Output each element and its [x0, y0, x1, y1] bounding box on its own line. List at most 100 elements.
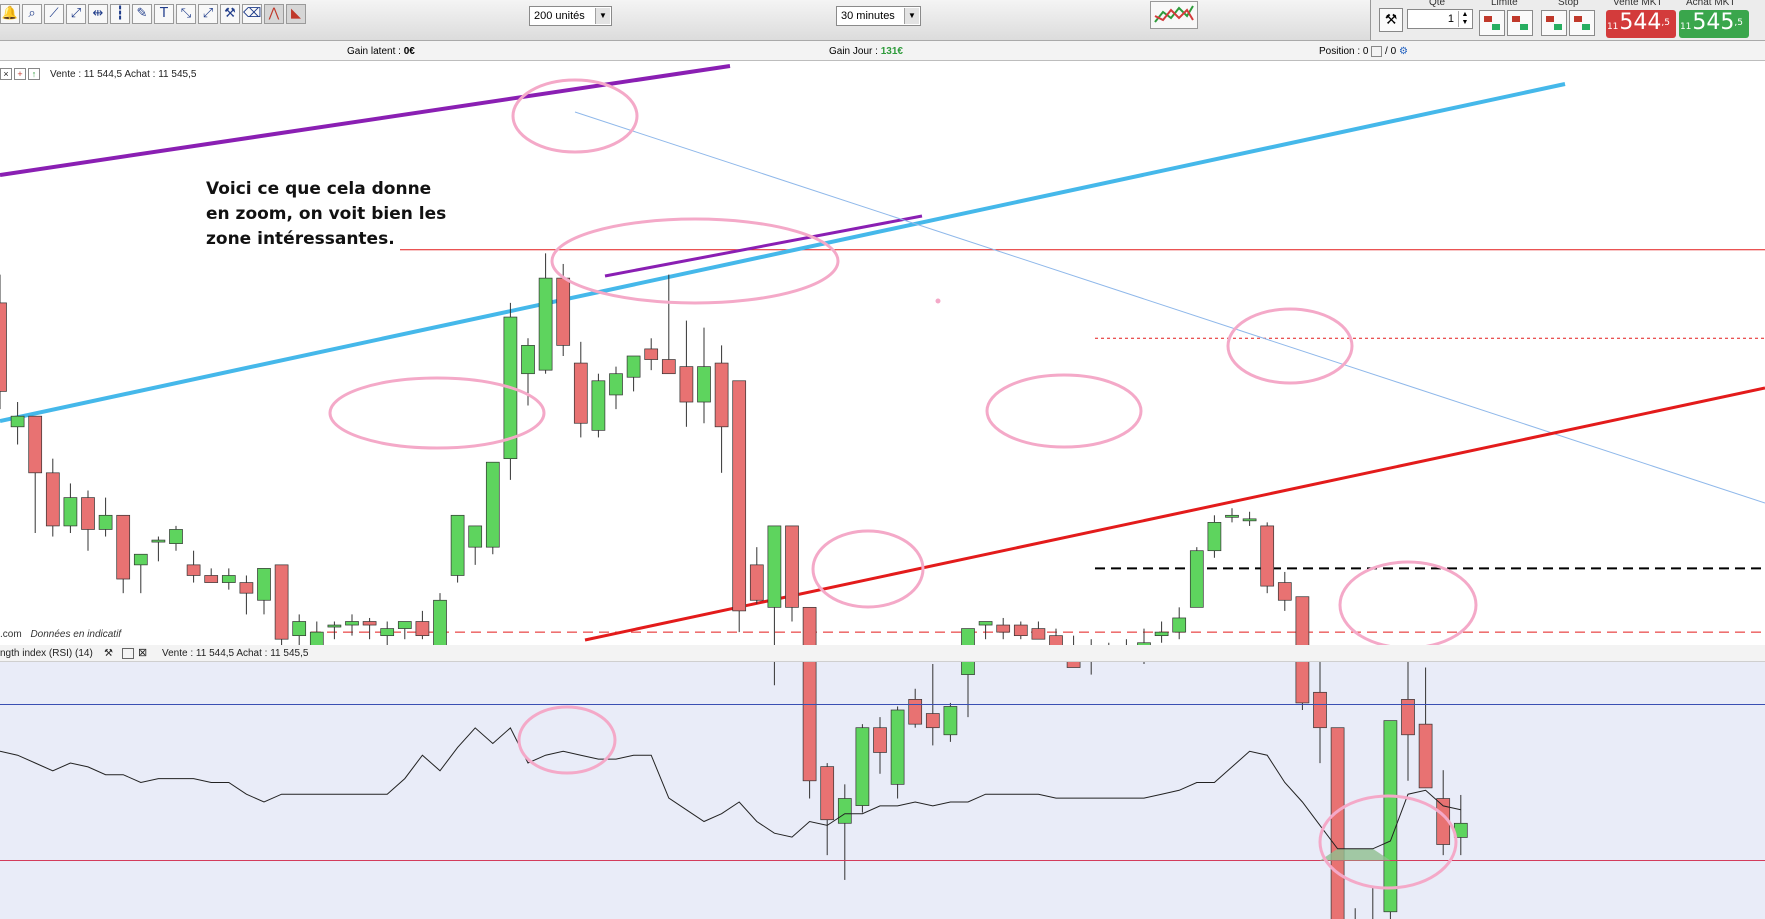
candle-body: [45, 472, 60, 527]
disclaimer-label: Données en indicatif: [30, 629, 122, 640]
candle-body: [151, 539, 166, 543]
rsi-line: [0, 727, 1461, 850]
candle-body: [925, 713, 940, 729]
candle-body: [714, 362, 729, 428]
candle-body: [1013, 624, 1028, 637]
candle-body: [644, 348, 659, 360]
candle-body: [1242, 518, 1257, 522]
chart-header: × + ↑ Vente : 11 544,5 Achat : 11 545,5: [0, 67, 196, 81]
candle-body: [626, 355, 641, 378]
rsi-title: ngth index (RSI) (14): [0, 648, 93, 659]
candle-body: [1172, 617, 1187, 633]
candle-body: [591, 380, 606, 431]
candle-body: [450, 514, 465, 576]
candle-body: [468, 525, 483, 548]
marker-dot: [935, 298, 941, 304]
rsi-quote: Vente : 11 544,5 Achat : 11 545,5: [162, 648, 309, 659]
candle-body: [556, 277, 571, 346]
close-icon[interactable]: ×: [0, 68, 12, 80]
candle-body: [204, 575, 219, 583]
candle-body: [362, 621, 377, 626]
candle-body: [485, 461, 500, 548]
price-chart: [0, 64, 1765, 919]
candle-body: [98, 514, 113, 530]
red-trendline: [584, 386, 1765, 642]
window-icon[interactable]: [122, 648, 134, 659]
quote-line: Vente : 11 544,5 Achat : 11 545,5: [50, 68, 197, 80]
highlight-circle: [1226, 307, 1354, 385]
candle-body: [397, 621, 412, 629]
candle-body: [820, 766, 835, 821]
candle-body: [116, 514, 131, 580]
candle-body: [609, 373, 623, 396]
candle-body: [802, 606, 817, 782]
candle-body: [855, 727, 870, 806]
candle-body: [538, 277, 553, 371]
candle-body: [837, 798, 852, 824]
candle-body: [292, 621, 307, 637]
close-icon[interactable]: ⊠: [138, 646, 147, 659]
candle-body: [380, 628, 395, 637]
candle-body: [1031, 628, 1046, 640]
candle-body: [345, 621, 359, 626]
annotation-line: en zoom, on voit bien les: [206, 204, 447, 224]
candle-body: [996, 624, 1011, 633]
candle-body: [0, 302, 7, 392]
candle-body: [679, 366, 694, 403]
candle-body: [1154, 631, 1169, 637]
purple-trendline: [0, 64, 731, 177]
candle-body: [873, 727, 887, 753]
candle-body: [221, 575, 236, 583]
candle-body: [1260, 525, 1275, 587]
candle-body: [1383, 720, 1398, 913]
candle-body: [169, 529, 183, 544]
annotation-text: Voici ce que cela donne en zoom, on voit…: [206, 177, 456, 252]
candle-body: [978, 621, 993, 626]
highlight-circle: [550, 217, 840, 305]
candle-body: [415, 621, 430, 637]
candle-body: [1418, 723, 1433, 789]
candle-body: [239, 582, 254, 594]
data-disclaimer: .com Données en indicatif: [0, 629, 121, 640]
candle-body: [327, 624, 342, 628]
candle-body: [943, 706, 958, 736]
candle-body: [133, 553, 148, 566]
candle-body: [1277, 582, 1292, 601]
candle-body: [749, 564, 764, 601]
candle-body: [274, 564, 289, 640]
candle-body: [186, 564, 201, 576]
candle-body: [433, 599, 447, 647]
candle-body: [1189, 550, 1204, 608]
candle-body: [1313, 691, 1327, 729]
annotation-line: zone intéressantes.: [206, 229, 395, 249]
highlight-circle: [517, 705, 617, 775]
candle-body: [573, 362, 588, 424]
candle-body: [28, 415, 43, 474]
candle-body: [697, 366, 711, 403]
candle-body: [661, 359, 676, 375]
wrench-icon[interactable]: ⚒: [104, 648, 113, 659]
buy-icon[interactable]: ↑: [28, 68, 40, 80]
candle-body: [257, 568, 271, 601]
candle-body: [1225, 514, 1239, 518]
candle-body: [732, 380, 747, 612]
candle-body: [890, 709, 905, 785]
sell-icon[interactable]: +: [14, 68, 26, 80]
highlight-circle: [811, 529, 925, 609]
candle-body: [767, 525, 782, 608]
candle-body: [63, 497, 78, 527]
candle-body: [1207, 522, 1222, 552]
candle-body: [521, 345, 535, 375]
candle-body: [908, 699, 923, 725]
blue-trendline: [0, 82, 1566, 423]
candle-body: [81, 497, 95, 530]
highlight-circle: [1338, 560, 1478, 650]
candle-body: [10, 415, 25, 428]
highlight-circle: [985, 373, 1143, 449]
candle-body: [785, 525, 799, 608]
rsi-oversold-fill: [1320, 848, 1391, 861]
annotation-line: Voici ce que cela donne: [206, 179, 432, 199]
rsi-header: ngth index (RSI) (14) ⚒ ⊠ Vente : 11 544…: [0, 645, 1765, 662]
source-label: .com: [0, 629, 22, 640]
candle-body: [1330, 727, 1345, 919]
